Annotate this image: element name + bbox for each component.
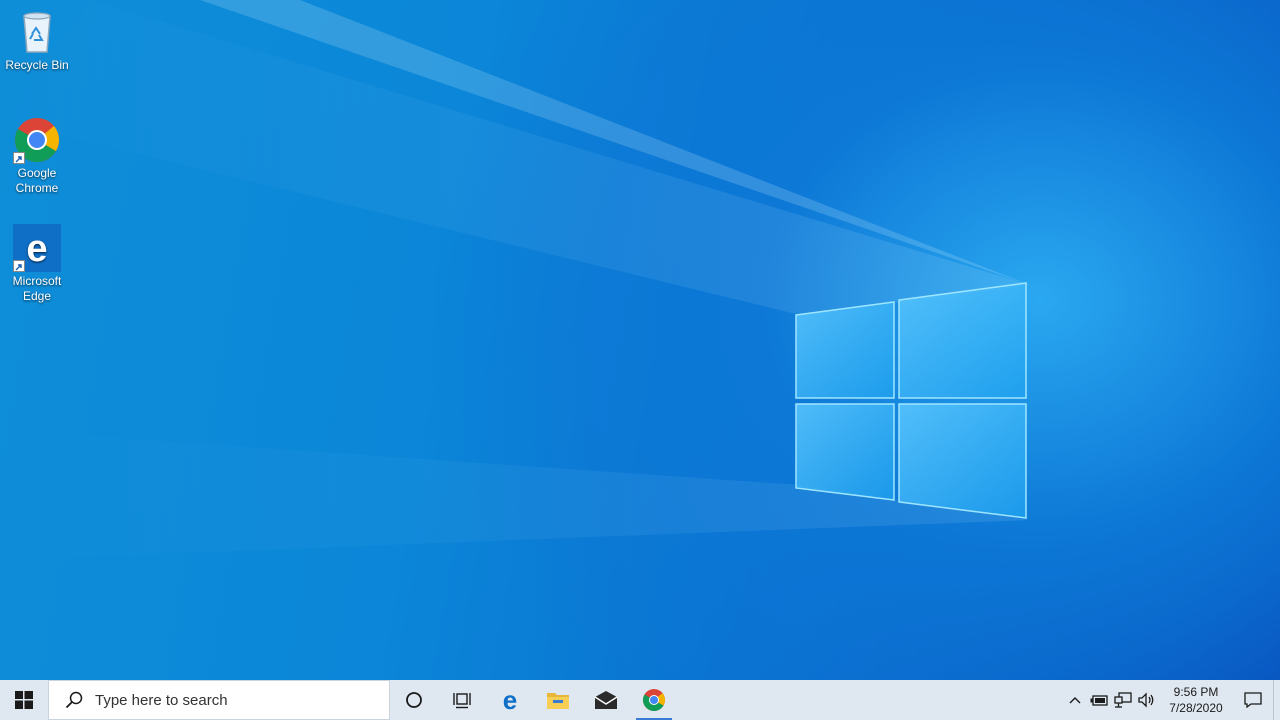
- clock[interactable]: 9:56 PM 7/28/2020: [1165, 684, 1227, 716]
- svg-text:e: e: [503, 688, 517, 712]
- show-desktop-button[interactable]: [1273, 680, 1280, 720]
- desktop-icon-label: Recycle Bin: [5, 58, 69, 72]
- action-center-button[interactable]: [1233, 680, 1273, 720]
- shortcut-arrow-icon: [13, 152, 25, 164]
- cortana-circle-icon: [406, 692, 422, 708]
- task-view-button[interactable]: [438, 680, 486, 720]
- recycle-bin-icon: [13, 8, 61, 56]
- windows-start-icon: [15, 691, 33, 709]
- desktop-wallpaper: Recycle Bin Google Chrome e Microsoft Ed…: [0, 0, 1280, 680]
- desktop-icon-label: Google Chrome: [15, 166, 59, 195]
- taskbar: Type here to search e 9:56 PM 7/28/2020: [0, 680, 1280, 720]
- taskbar-file-explorer-button[interactable]: [534, 680, 582, 720]
- battery-button[interactable]: [1087, 680, 1111, 720]
- clock-date: 7/28/2020: [1169, 701, 1223, 715]
- volume-button[interactable]: [1135, 680, 1159, 720]
- taskbar-mail-button[interactable]: [582, 680, 630, 720]
- edge-icon: e: [503, 688, 517, 712]
- start-button[interactable]: [0, 680, 48, 720]
- volume-icon: [1138, 692, 1154, 708]
- network-icon: [1114, 692, 1132, 708]
- task-view-icon: [453, 693, 471, 709]
- desktop-icon-recycle-bin[interactable]: Recycle Bin: [0, 8, 74, 73]
- search-box[interactable]: Type here to search: [48, 680, 390, 720]
- chrome-icon: [643, 689, 665, 711]
- chrome-icon: [13, 116, 61, 164]
- network-button[interactable]: [1111, 680, 1135, 720]
- battery-icon: [1090, 695, 1108, 706]
- folder-icon: [547, 693, 569, 709]
- svg-text:e: e: [26, 228, 47, 270]
- desktop-icon-microsoft-edge[interactable]: e Microsoft Edge: [0, 224, 74, 304]
- taskbar-edge-button[interactable]: e: [486, 680, 534, 720]
- taskbar-chrome-button[interactable]: [630, 680, 678, 720]
- search-icon: [65, 691, 83, 709]
- show-hidden-icons-button[interactable]: [1063, 680, 1087, 720]
- desktop-icon-google-chrome[interactable]: Google Chrome: [0, 116, 74, 196]
- notification-icon: [1244, 692, 1262, 708]
- edge-icon: e: [13, 224, 61, 272]
- desktop-icon-label: Microsoft Edge: [12, 274, 62, 303]
- cortana-button[interactable]: [390, 680, 438, 720]
- shortcut-arrow-icon: [13, 260, 25, 272]
- mail-icon: [594, 691, 618, 709]
- wallpaper-windows-logo: [795, 282, 1027, 519]
- clock-time: 9:56 PM: [1173, 685, 1219, 699]
- chevron-up-icon: [1069, 697, 1081, 704]
- search-placeholder: Type here to search: [95, 691, 228, 709]
- system-tray: 9:56 PM 7/28/2020: [1063, 680, 1280, 720]
